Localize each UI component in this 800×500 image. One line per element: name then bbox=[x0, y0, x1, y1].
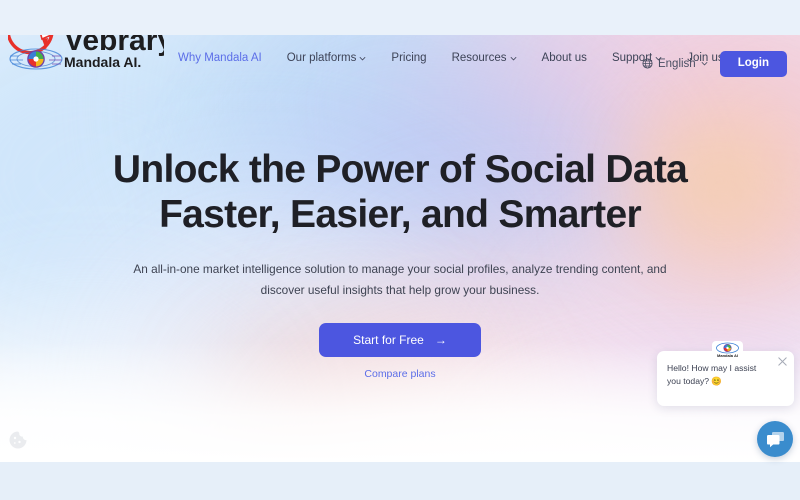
svg-text:Mandala AI.: Mandala AI. bbox=[64, 54, 141, 70]
language-label: English bbox=[657, 57, 696, 70]
chat-bubble-icon bbox=[766, 431, 784, 447]
language-selector[interactable]: English bbox=[642, 58, 708, 70]
nav-item-label: Pricing bbox=[391, 52, 427, 64]
chat-message-text: Hello! How may I assist you today? 😊 bbox=[667, 363, 757, 387]
nav-item-label: Why Mandala AI bbox=[178, 52, 262, 64]
headline-line-1: Unlock the Power of Social Data bbox=[112, 148, 688, 191]
nav-item-label: About us bbox=[541, 52, 587, 64]
nav-item-label: Resources bbox=[451, 52, 507, 64]
page-top-band bbox=[0, 0, 800, 35]
chat-launcher-button[interactable] bbox=[757, 421, 793, 457]
close-icon[interactable] bbox=[777, 356, 788, 367]
globe-icon bbox=[642, 58, 653, 69]
cookie-settings-icon[interactable] bbox=[8, 430, 28, 450]
nav-item-about-us[interactable]: About us bbox=[542, 52, 587, 64]
nav-item-label: Our platforms bbox=[286, 52, 357, 64]
hero-subheadline: An all-in-one market intelligence soluti… bbox=[133, 262, 667, 298]
nav-item-resources[interactable]: Resources bbox=[452, 52, 517, 64]
nav-item-why-mandala-ai[interactable]: Why Mandala AI bbox=[178, 52, 262, 64]
arrow-right-icon: → bbox=[434, 332, 447, 347]
page-bottom-band bbox=[0, 462, 800, 500]
svg-text:Mandala AI: Mandala AI bbox=[717, 353, 738, 358]
nav-item-pricing[interactable]: Pricing bbox=[391, 52, 426, 64]
chevron-down-icon bbox=[701, 60, 708, 67]
nav-item-our-platforms[interactable]: Our platforms bbox=[287, 52, 367, 64]
chevron-down-icon bbox=[359, 55, 366, 62]
start-for-free-button[interactable]: Start for Free → bbox=[319, 322, 481, 357]
headline-line-2: Faster, Easier, and Smarter bbox=[159, 193, 642, 237]
login-button[interactable]: Login bbox=[719, 51, 787, 77]
chat-avatar: Mandala AI bbox=[712, 341, 743, 359]
page-title: Unlock the Power of Social Data Faster, … bbox=[0, 147, 800, 237]
chevron-down-icon bbox=[510, 55, 517, 62]
cta-label: Start for Free bbox=[353, 332, 424, 347]
header-actions: English Login bbox=[642, 51, 787, 77]
chat-message-card: Hello! How may I assist you today? 😊 bbox=[657, 351, 794, 406]
page-root: LẠC VIỆT Vebrary Mandala AI. Why Mandala… bbox=[0, 0, 800, 500]
